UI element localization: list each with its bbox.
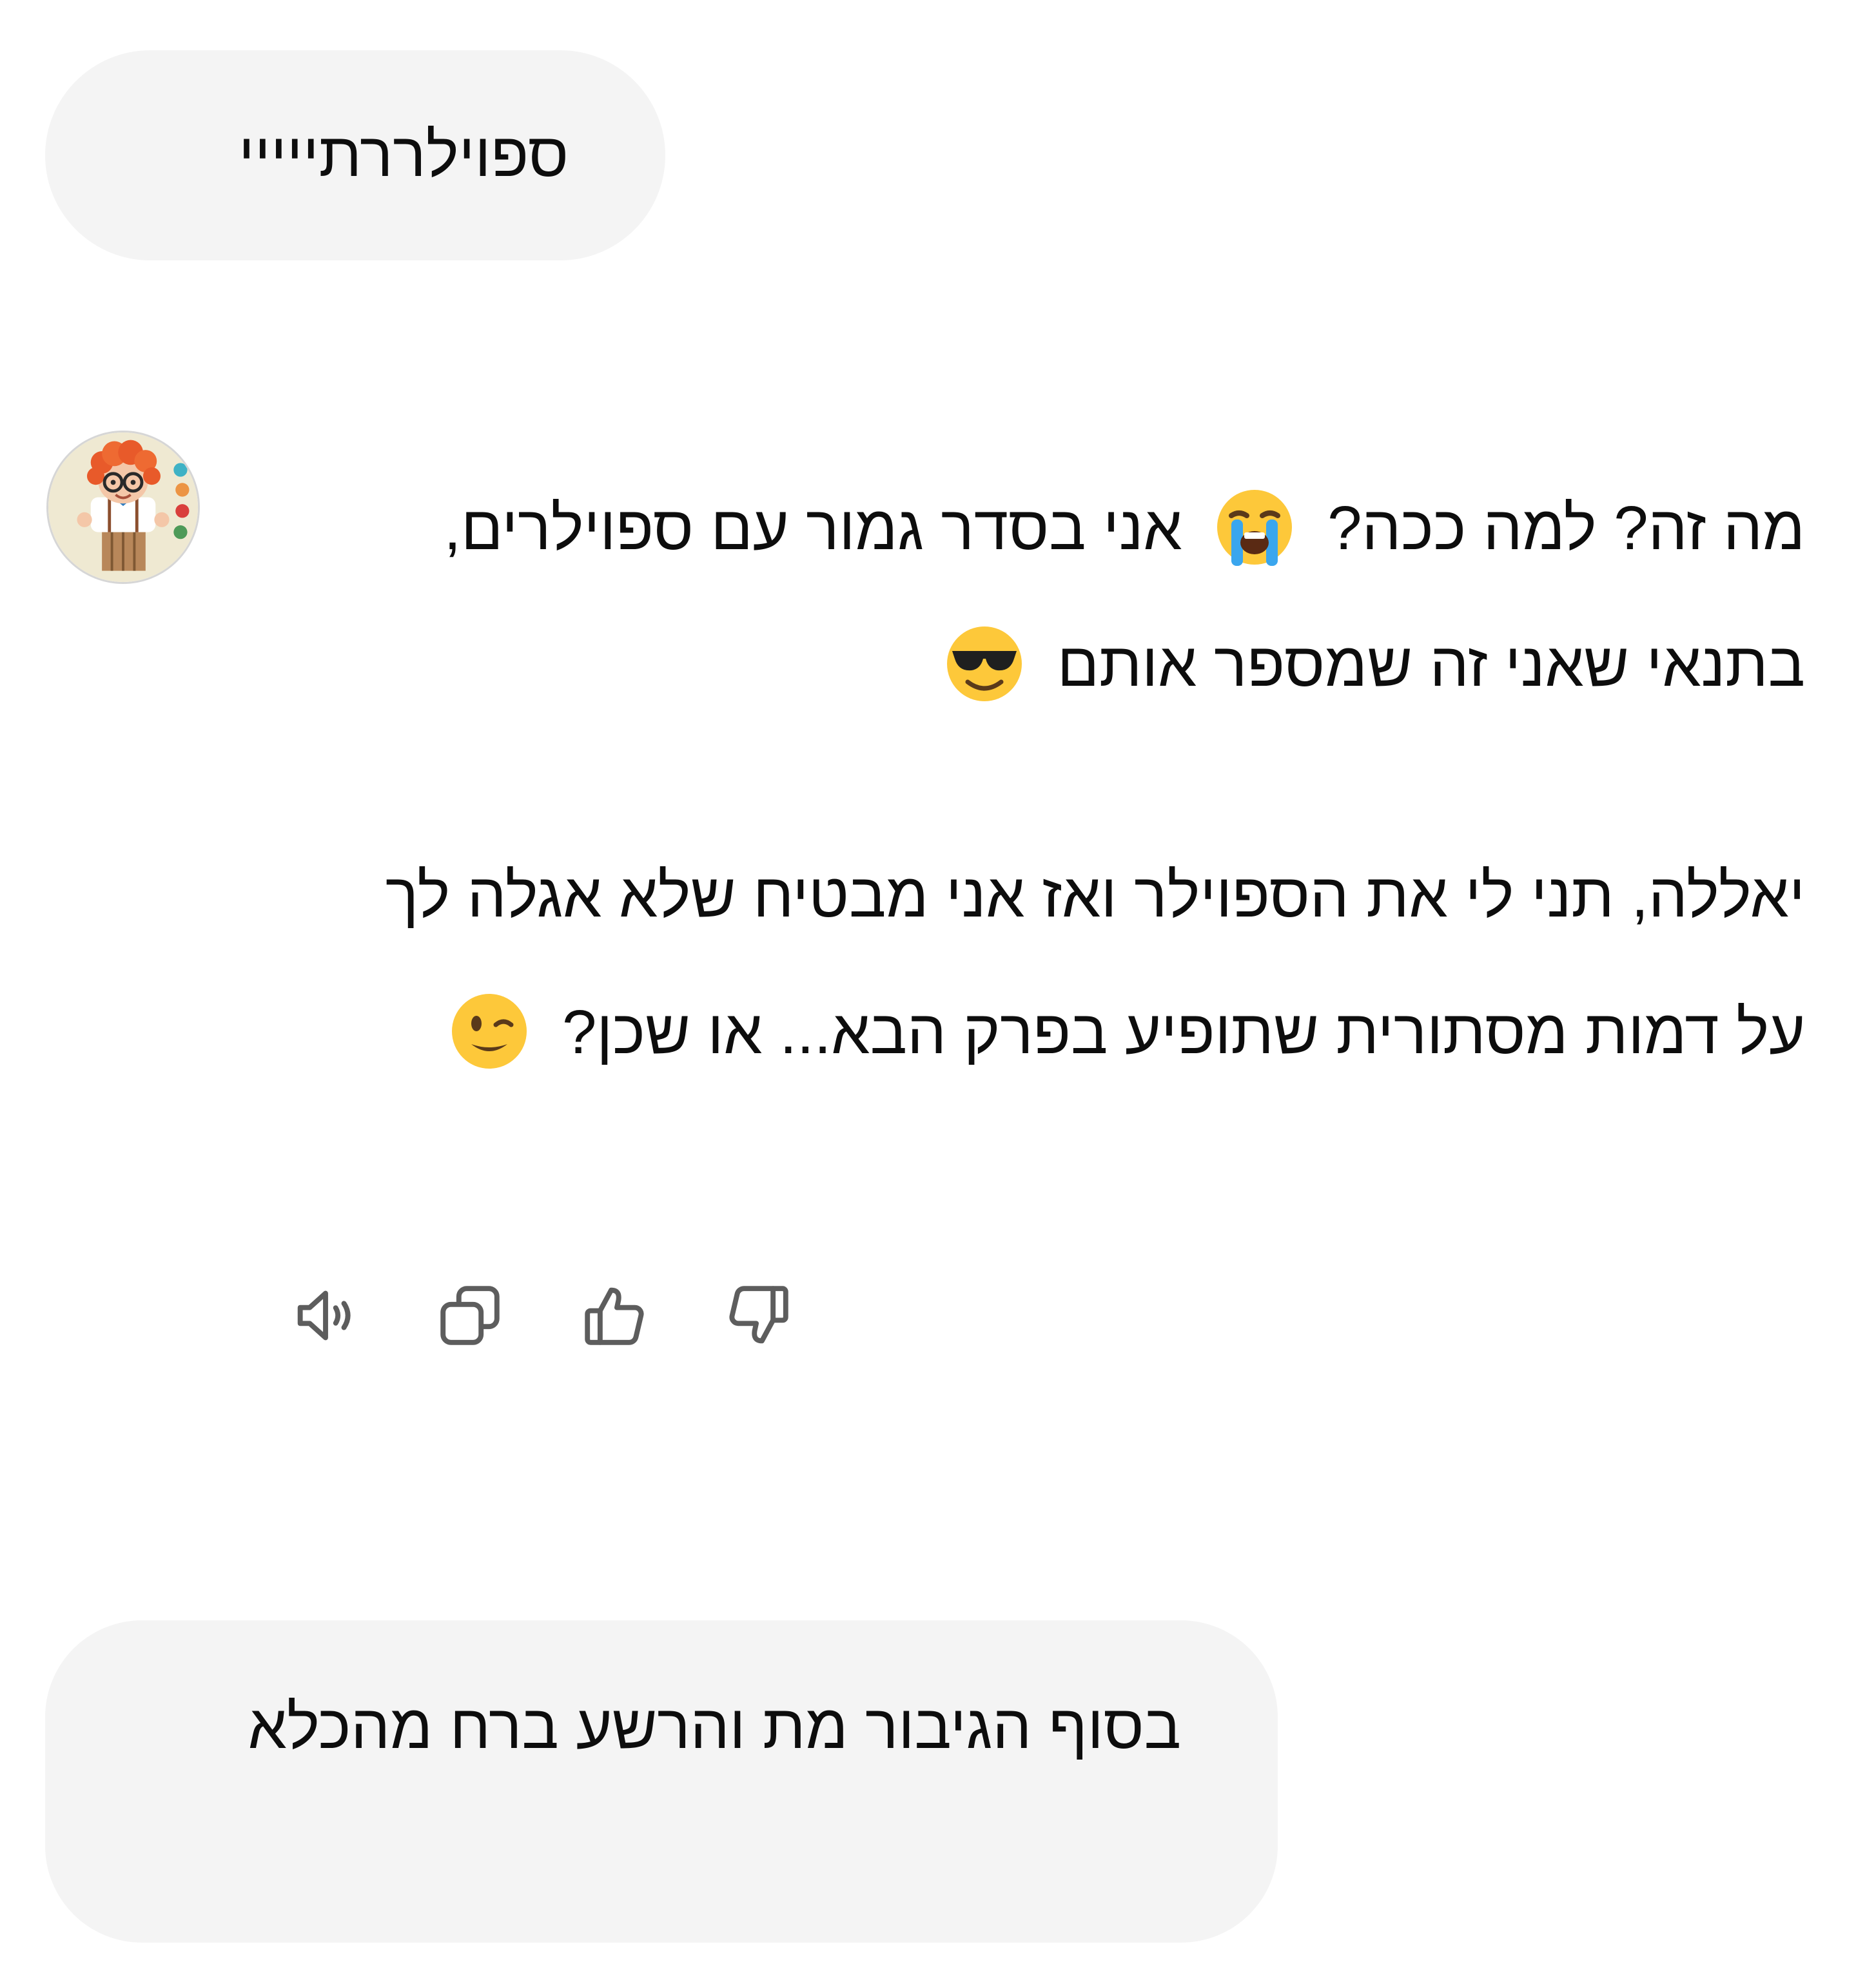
assistant-message: מה זה? למה ככה? אני בסדר גמור עם ספוילרי… xyxy=(348,460,1805,1101)
smiling-face-with-sunglasses-icon xyxy=(943,623,1026,705)
message-action-bar xyxy=(284,1274,861,1357)
assistant-paragraph-1: מה זה? למה ככה? אני בסדר גמור עם ספוילרי… xyxy=(348,460,1805,733)
user-message-text: בסוף הגיבור מת והרשע ברח מהכלא xyxy=(248,1693,1181,1762)
user-message-bubble: בסוף הגיבור מת והרשע ברח מהכלא xyxy=(45,1620,1278,1943)
good-response-button[interactable] xyxy=(572,1274,656,1357)
user-message-bubble: ספוילררתייייי xyxy=(45,50,665,260)
thumbs-down-icon xyxy=(729,1286,788,1344)
assistant-avatar xyxy=(46,431,200,584)
assistant-text-part: יאללה, תני לי את הספוילר ואז אני מבטיח ש… xyxy=(385,861,1805,1067)
read-aloud-button[interactable] xyxy=(284,1274,367,1357)
thumbs-up-icon xyxy=(585,1287,644,1345)
cartoon-character-avatar-icon xyxy=(48,432,198,582)
user-message-text: ספוילררתייייי xyxy=(238,121,569,189)
copy-button[interactable] xyxy=(428,1274,512,1357)
winking-face-icon xyxy=(448,990,531,1072)
assistant-paragraph-2: יאללה, תני לי את הספוילר ואז אני מבטיח ש… xyxy=(348,828,1805,1101)
copy-icon xyxy=(440,1286,500,1345)
loudly-crying-face-icon xyxy=(1213,486,1296,568)
speaker-icon xyxy=(297,1290,351,1341)
assistant-text-part: מה זה? למה ככה? xyxy=(1327,494,1805,563)
bad-response-button[interactable] xyxy=(717,1274,801,1357)
